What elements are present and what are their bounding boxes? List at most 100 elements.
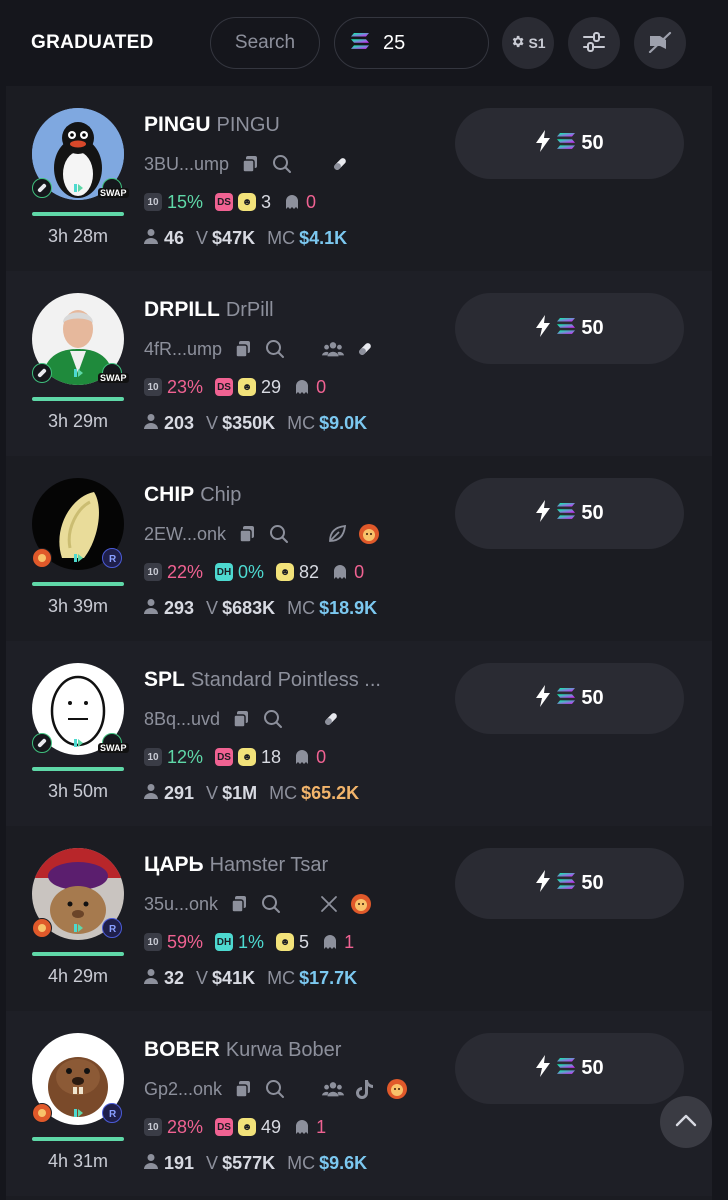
token-info-line: 293 V $683K MC $18.9K: [144, 596, 377, 620]
dev-sold-icon: DS: [215, 378, 234, 396]
chevron-up-icon: [675, 1113, 697, 1132]
volume-label: V: [196, 227, 209, 248]
quick-buy-amount: 50: [581, 317, 604, 339]
ghost-icon: [293, 1118, 311, 1136]
ghost-count: 0: [316, 746, 327, 767]
community-icon[interactable]: [322, 338, 345, 360]
quick-buy-amount-input[interactable]: 25: [334, 17, 489, 69]
ghost-count: 1: [344, 931, 355, 952]
token-info-line: 46 V $47K MC $4.1K: [144, 226, 347, 250]
smile-icon: ☻: [276, 563, 295, 581]
copy-icon[interactable]: [232, 338, 254, 360]
solana-icon: [557, 317, 576, 340]
pill-icon[interactable]: [329, 153, 351, 175]
token-stats-line: 10 28% DS ☻ 49 1: [144, 1115, 338, 1139]
community-icon[interactable]: [322, 1078, 345, 1100]
quick-buy-button[interactable]: 50: [455, 848, 684, 919]
token-name-line: PINGU PINGU: [144, 113, 280, 137]
market-cap-value: $4.1K: [299, 227, 348, 248]
token-address-line: 35u...onk: [144, 892, 372, 916]
token-address: 8Bq...uvd: [144, 708, 221, 729]
search-icon[interactable]: [271, 153, 293, 175]
quick-buy-button[interactable]: 50: [455, 478, 684, 549]
token-row-spl[interactable]: SWAP 3h 50m SPL Standard Pointless ... 8B…: [6, 641, 712, 826]
pill-icon[interactable]: [354, 338, 376, 360]
holders-count: 32: [164, 967, 185, 988]
token-name-line: SPL Standard Pointless ...: [144, 668, 381, 692]
copy-icon[interactable]: [230, 708, 252, 730]
search-icon[interactable]: [268, 523, 290, 545]
copy-icon[interactable]: [232, 1078, 254, 1100]
bonding-progress-bar: [32, 1137, 124, 1141]
leaf-icon[interactable]: [326, 523, 348, 545]
token-row-chip[interactable]: R 3h 39m CHIP Chip 2EW...onk 10 22% DH 0%…: [6, 456, 712, 641]
tiktok-icon[interactable]: [354, 1078, 376, 1100]
copy-icon[interactable]: [239, 153, 261, 175]
token-row-tsar[interactable]: R 4h 29m ЦАРЬ Hamster Tsar 35u...onk 10 5…: [6, 826, 712, 1011]
bonk-icon[interactable]: [350, 893, 372, 915]
market-cap-value: $18.9K: [319, 597, 378, 618]
dev-sold-icon: DS: [215, 748, 234, 766]
top10-percent: 22%: [167, 561, 204, 582]
preset-button[interactable]: S1: [502, 17, 554, 69]
dev-hold-icon: DH: [215, 933, 234, 951]
token-ticker: BOBER: [144, 1038, 220, 1061]
bonding-progress-icon: [70, 180, 86, 196]
token-row-drpill[interactable]: SWAP 3h 29m DRPILL DrPill 4fR...ump 10 23…: [6, 271, 712, 456]
token-stats-line: 10 12% DS ☻ 18 0: [144, 745, 338, 769]
quick-buy-amount: 50: [581, 1057, 604, 1079]
bonding-progress-icon: [70, 550, 86, 566]
holders-count: 46: [164, 227, 185, 248]
search-icon[interactable]: [264, 1078, 286, 1100]
quick-buy-button[interactable]: 50: [455, 293, 684, 364]
solana-icon: [557, 132, 576, 155]
token-row-bober[interactable]: R 4h 31m BOBER Kurwa Bober Gp2...onk 10 2…: [6, 1011, 712, 1196]
quick-buy-button[interactable]: 50: [455, 663, 684, 734]
search-icon[interactable]: [264, 338, 286, 360]
token-stats-line: 10 15% DS ☻ 3 0: [144, 190, 328, 214]
search-input[interactable]: Search: [210, 17, 320, 69]
smile-icon: ☻: [238, 748, 257, 766]
quick-buy-amount: 50: [581, 872, 604, 894]
quick-buy-button[interactable]: 50: [455, 108, 684, 179]
scroll-to-top-button[interactable]: [660, 1096, 712, 1148]
token-name-line: ЦАРЬ Hamster Tsar: [144, 853, 328, 877]
bonk-icon[interactable]: [386, 1078, 408, 1100]
bonding-progress-icon: [70, 920, 86, 936]
quick-buy-button[interactable]: 50: [455, 1033, 684, 1104]
token-age: 3h 39m: [47, 596, 109, 616]
quick-buy-amount: 50: [581, 502, 604, 524]
lightning-icon: [535, 129, 551, 158]
pill-icon[interactable]: [320, 708, 342, 730]
volume-value: $350K: [222, 412, 276, 433]
search-icon[interactable]: [262, 708, 284, 730]
volume-label: V: [206, 1152, 219, 1173]
graduated-token-list: SWAP 3h 28m PINGU PINGU 3BU...ump 10 15% …: [6, 86, 712, 1200]
top10-percent: 28%: [167, 1116, 204, 1137]
token-ticker: SPL: [144, 668, 185, 691]
market-cap-label: MC: [267, 227, 296, 248]
holders-icon: [144, 598, 158, 619]
token-name: PINGU: [216, 114, 280, 136]
copy-icon[interactable]: [236, 523, 258, 545]
dev-hold-icon: DH: [215, 563, 234, 581]
token-row-pingu[interactable]: SWAP 3h 28m PINGU PINGU 3BU...ump 10 15% …: [6, 86, 712, 271]
market-cap-value: $65.2K: [301, 782, 360, 803]
x-icon[interactable]: [318, 893, 340, 915]
holders-icon: [144, 968, 158, 989]
bonk-badge-icon: [32, 548, 52, 568]
bonk-icon[interactable]: [358, 523, 380, 545]
token-stats-line: 10 22% DH 0% ☻ 82 0: [144, 560, 376, 584]
volume-value: $577K: [222, 1152, 276, 1173]
token-ticker: PINGU: [144, 113, 211, 136]
token-address: 2EW...onk: [144, 523, 227, 544]
mute-button[interactable]: [634, 17, 686, 69]
market-cap-label: MC: [287, 1152, 316, 1173]
search-icon[interactable]: [260, 893, 282, 915]
market-cap-value: $17.7K: [299, 967, 358, 988]
filter-button[interactable]: [568, 17, 620, 69]
token-age: 4h 29m: [47, 966, 109, 986]
copy-icon[interactable]: [228, 893, 250, 915]
search-placeholder: Search: [234, 32, 296, 53]
volume-value: $47K: [212, 227, 256, 248]
